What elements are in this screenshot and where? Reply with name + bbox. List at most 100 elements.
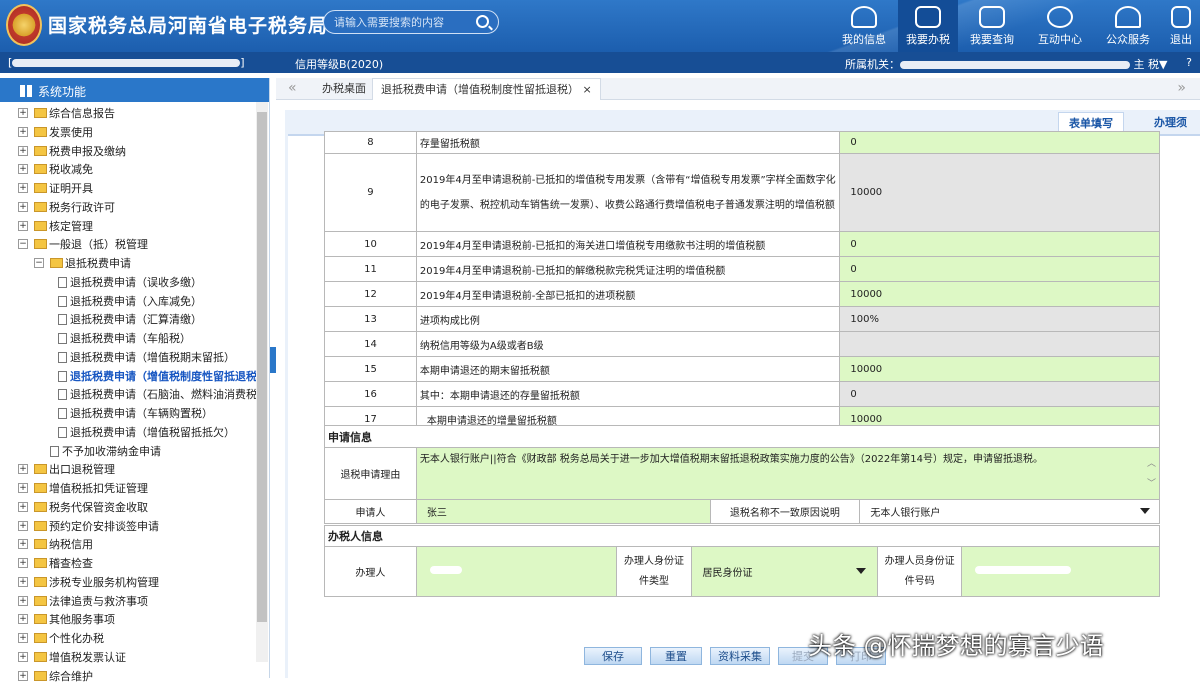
sidebar-item[interactable]: 发票使用 [34, 123, 93, 142]
expand-icon[interactable]: + [18, 220, 28, 231]
row-label: 纳税信用等级为A级或者B级 [415, 331, 841, 357]
sidebar-item[interactable]: 税务代保管资金收取 [34, 498, 148, 517]
sidebar-item[interactable]: 预约定价安排谈签申请 [34, 517, 159, 536]
id-number-input[interactable] [961, 546, 1160, 597]
search-input[interactable] [334, 14, 470, 30]
save-button[interactable]: 保存 [584, 647, 642, 665]
textarea-scroll-down-icon[interactable]: ﹀ [1147, 476, 1156, 489]
nav-do-tax[interactable]: 我要办税 [898, 0, 958, 52]
reason-label: 退税申请理由 [324, 447, 417, 500]
id-type-select[interactable]: 居民身份证 [691, 546, 879, 597]
sidebar-scrollbar[interactable] [256, 102, 268, 662]
scroll-thumb[interactable] [257, 112, 267, 622]
tab-desk[interactable]: 办税桌面 [314, 78, 374, 100]
reason-textarea[interactable]: 无本人银行账户||符合《财政部 税务总局关于进一步加大增值税期末留抵退税政策实施… [415, 447, 1161, 500]
expand-icon[interactable]: + [18, 183, 28, 193]
expand-icon[interactable]: + [18, 520, 28, 531]
tab-scroll-left[interactable]: « [288, 80, 297, 96]
expand-icon[interactable]: + [18, 539, 28, 550]
sidebar-item[interactable]: 稽查检查 [34, 554, 93, 573]
sidebar-item[interactable]: 证明开具 [34, 179, 93, 198]
expand-icon[interactable]: + [18, 201, 28, 212]
row-value[interactable]: 10000 [839, 356, 1160, 382]
expand-icon[interactable]: + [18, 483, 28, 493]
close-icon[interactable]: × [583, 83, 592, 96]
search-box[interactable] [323, 10, 499, 34]
sidebar-item[interactable]: 不予加收滞纳金申请 [50, 442, 161, 461]
sidebar-item[interactable]: 涉税专业服务机构管理 [34, 573, 159, 592]
sidebar-item[interactable]: 综合信息报告 [34, 104, 115, 123]
nav-my-info[interactable]: 我的信息 [834, 0, 894, 52]
expand-icon[interactable]: + [18, 614, 28, 625]
document-icon [58, 370, 67, 382]
nav-interaction[interactable]: 互动中心 [1030, 0, 1090, 52]
collect-materials-button[interactable]: 资料采集 [710, 647, 770, 665]
expand-icon[interactable]: + [18, 633, 28, 643]
sidebar-item[interactable]: 退抵税费申请（石脑油、燃料油消费税） [58, 385, 268, 404]
sidebar-item[interactable]: 出口退税管理 [34, 460, 115, 479]
handler-name-input[interactable] [415, 546, 617, 597]
sidebar-item[interactable]: 法律追责与救济事项 [34, 592, 148, 611]
row-value[interactable]: 10000 [839, 281, 1160, 307]
textarea-scroll-up-icon[interactable]: ︿ [1147, 456, 1156, 469]
sidebar-item[interactable]: 税收减免 [34, 160, 93, 179]
sidebar-item-label: 发票使用 [49, 125, 93, 139]
folder-icon [34, 183, 47, 193]
sidebar-item[interactable]: 退抵税费申请（增值税期末留抵） [58, 348, 235, 367]
folder-icon [34, 576, 47, 587]
sidebar-item[interactable]: 税费申报及缴纳 [34, 142, 126, 161]
sidebar-item[interactable]: 其他服务事项 [34, 610, 115, 629]
tax-authority[interactable]: 所属机关： 主 税▼ [845, 56, 1167, 72]
expand-icon[interactable]: + [18, 576, 28, 587]
expand-icon[interactable]: + [18, 558, 28, 568]
nav-public-service[interactable]: 公众服务 [1098, 0, 1158, 52]
row-number: 9 [324, 153, 417, 232]
nav-exit[interactable]: 退出 [1162, 0, 1200, 52]
mismatch-reason-select[interactable]: 无本人银行账户 [859, 499, 1160, 524]
applicant-input[interactable]: 张三 [415, 499, 711, 524]
folder-icon [34, 126, 47, 137]
expand-icon[interactable]: + [18, 126, 28, 137]
sidebar-item[interactable]: 一般退（抵）税管理 [34, 235, 148, 254]
sidebar-item[interactable]: 退抵税费申请（车辆购置税） [58, 404, 213, 423]
expand-icon[interactable]: + [18, 501, 28, 512]
sidebar-item[interactable]: 增值税发票认证 [34, 648, 126, 667]
row-value[interactable]: 0 [839, 256, 1160, 282]
expand-icon[interactable]: + [18, 164, 28, 175]
expand-icon[interactable]: + [18, 108, 28, 118]
expand-icon[interactable]: + [18, 595, 28, 606]
nav-query[interactable]: 我要查询 [962, 0, 1022, 52]
sidebar-item[interactable]: 增值税抵扣凭证管理 [34, 479, 148, 498]
search-icon[interactable] [476, 15, 489, 28]
row-label: 2019年4月至申请退税前-已抵扣的解缴税款完税凭证注明的增值税额 [415, 256, 841, 282]
sidebar-item-label: 税务代保管资金收取 [49, 500, 148, 514]
sidebar-item[interactable]: 纳税信用 [34, 535, 93, 554]
reset-button[interactable]: 重置 [650, 647, 702, 665]
sidebar-item[interactable]: 综合维护 [34, 667, 93, 686]
sidebar-item[interactable]: 税务行政许可 [34, 198, 115, 217]
document-icon [50, 445, 59, 457]
sidebar-item[interactable]: 退抵税费申请（车船税） [58, 329, 191, 348]
expand-icon[interactable]: + [18, 651, 28, 662]
sidebar-collapse-handle[interactable] [270, 347, 276, 373]
row-value[interactable]: 0 [839, 131, 1160, 154]
sidebar-item[interactable]: 退抵税费申请（入库减免） [58, 292, 202, 311]
sidebar-item[interactable]: 退抵税费申请（误收多缴） [58, 273, 202, 292]
masked-id-number [975, 566, 1072, 574]
collapse-icon[interactable]: − [34, 258, 44, 268]
sidebar-item[interactable]: 退抵税费申请（增值税留抵抵欠） [58, 423, 235, 442]
expand-icon[interactable]: + [18, 145, 28, 156]
tab-current[interactable]: 退抵税费申请（增值税制度性留抵退税） × [372, 78, 601, 100]
sidebar-item[interactable]: 退抵税费申请（增值税制度性留抵退税） [58, 367, 268, 386]
collapse-icon[interactable]: − [18, 239, 28, 250]
tab-scroll-right[interactable]: » [1177, 80, 1186, 96]
row-value[interactable]: 0 [839, 231, 1160, 257]
masked-handler-name [429, 566, 462, 574]
help-icon[interactable]: ? [1186, 56, 1192, 69]
sidebar-item[interactable]: 退抵税费申请（汇算清缴） [58, 310, 202, 329]
sidebar-item[interactable]: 核定管理 [34, 217, 93, 236]
expand-icon[interactable]: + [18, 464, 28, 475]
sidebar-item[interactable]: 个性化办税 [34, 629, 104, 648]
sidebar-item[interactable]: 退抵税费申请 [50, 254, 131, 273]
table-row: 10 2019年4月至申请退税前-已抵扣的海关进口增值税专用缴款书注明的增值税额 0 [324, 231, 1160, 257]
